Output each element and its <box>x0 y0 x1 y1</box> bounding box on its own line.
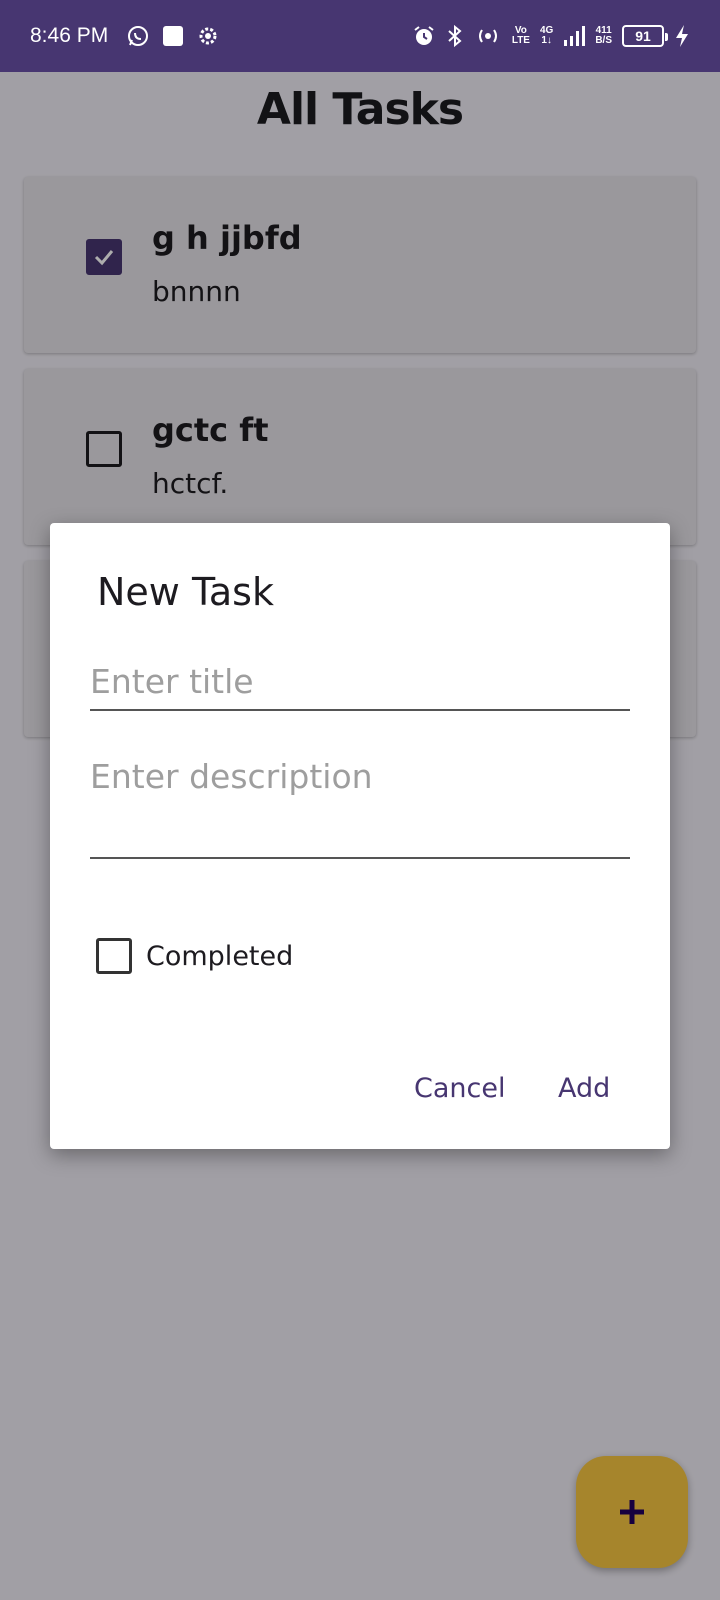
completed-checkbox[interactable] <box>96 938 132 974</box>
status-right: Vo LTE 4G 1↓ 411 B/S 91 <box>412 24 690 48</box>
completed-label: Completed <box>146 940 294 972</box>
new-task-dialog: New Task Completed Cancel Add <box>50 523 670 1149</box>
charging-icon <box>674 24 690 48</box>
status-time: 8:46 PM <box>30 24 109 47</box>
network-speed: 411 B/S <box>595 26 612 46</box>
cancel-button[interactable]: Cancel <box>414 1073 505 1104</box>
battery-indicator: 91 <box>622 25 668 47</box>
volte-icon: Vo LTE <box>512 26 530 46</box>
add-button[interactable]: Add <box>558 1073 610 1104</box>
status-left: 8:46 PM <box>30 24 220 48</box>
bluetooth-icon <box>446 24 464 48</box>
volte-bottom: LTE <box>511 35 530 46</box>
alarm-icon <box>412 24 436 48</box>
title-input[interactable] <box>90 653 630 711</box>
network-type: 4G 1↓ <box>540 26 553 46</box>
network-bottom: 1↓ <box>541 35 552 46</box>
square-notification-icon <box>162 25 184 47</box>
whatsapp-icon <box>126 24 150 48</box>
status-bar: 8:46 PM Vo LTE 4G 1↓ 411 B/S 91 <box>0 0 720 72</box>
dialog-title: New Task <box>97 570 274 614</box>
settings-icon <box>196 24 220 48</box>
battery-level: 91 <box>635 28 651 44</box>
signal-icon <box>563 25 586 47</box>
completed-row[interactable]: Completed <box>96 938 293 974</box>
speed-unit: B/S <box>595 35 612 46</box>
description-input[interactable] <box>90 755 630 859</box>
hotspot-icon <box>474 24 502 48</box>
